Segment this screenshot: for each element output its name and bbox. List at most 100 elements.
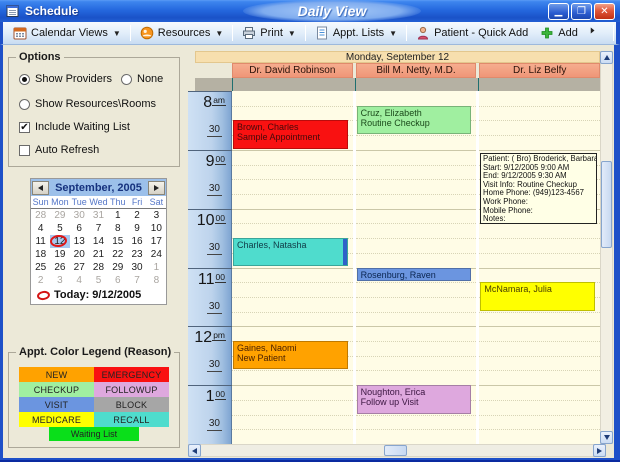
calendar-day[interactable]: 25: [31, 261, 50, 274]
toolbar-resources-button[interactable]: Resources▼: [134, 24, 230, 42]
vertical-scrollbar[interactable]: [600, 51, 613, 444]
calendar-day[interactable]: 21: [89, 248, 108, 261]
calendar-day[interactable]: 12: [50, 235, 69, 248]
appointment-charles[interactable]: Charles, Natasha: [233, 238, 348, 266]
calendar-day[interactable]: 20: [70, 248, 89, 261]
calendar-day[interactable]: 26: [50, 261, 69, 274]
calendar-day[interactable]: 2: [127, 209, 146, 222]
radio-label: Show Providers: [35, 73, 112, 85]
calendar-day[interactable]: 13: [70, 235, 89, 248]
horizontal-scroll-thumb[interactable]: [384, 445, 407, 456]
hour-suffix: 00: [215, 154, 226, 165]
chevron-right-icon: [590, 26, 604, 40]
grid-row-line: [232, 312, 353, 313]
radio-show-providers[interactable]: Show Providers: [19, 73, 112, 85]
grid-row-line: [356, 415, 477, 416]
patient-icon: [416, 26, 430, 40]
appointment-mcnamara[interactable]: McNamara, Julia: [480, 282, 595, 310]
horizontal-scrollbar[interactable]: [188, 444, 606, 457]
grid-row-line: [356, 165, 477, 166]
calendar-day[interactable]: 8: [147, 274, 166, 287]
calendar-day[interactable]: 24: [147, 248, 166, 261]
toolbar-item-label: Patient - Quick Add: [434, 27, 528, 39]
calendar-day[interactable]: 29: [50, 209, 69, 222]
calendar-day[interactable]: 11: [31, 235, 50, 248]
calendar-day[interactable]: 16: [127, 235, 146, 248]
calendar-day[interactable]: 28: [89, 261, 108, 274]
checkbox-auto-refresh[interactable]: Auto Refresh: [19, 144, 99, 156]
next-month-button[interactable]: [148, 181, 165, 195]
calendar-day[interactable]: 5: [89, 274, 108, 287]
close-button[interactable]: ✕: [594, 3, 615, 20]
toolbar-more-button[interactable]: [584, 24, 610, 42]
calendar-day[interactable]: 29: [108, 261, 127, 274]
scroll-left-button[interactable]: [188, 444, 201, 457]
calendar-day[interactable]: 14: [89, 235, 108, 248]
window-border-bottom: [0, 458, 620, 462]
calendar-day[interactable]: 27: [70, 261, 89, 274]
toolbar-patient-quick-add-button[interactable]: Patient - Quick Add: [410, 24, 534, 42]
provider-header-1[interactable]: Bill M. Netty, M.D.: [356, 63, 477, 78]
hour-number: 8: [203, 94, 212, 111]
radio-none[interactable]: None: [121, 73, 163, 85]
calendar-day[interactable]: 8: [108, 222, 127, 235]
calendar-day[interactable]: 17: [147, 235, 166, 248]
calendar-day[interactable]: 1: [147, 261, 166, 274]
toolbar-appt-lists-button[interactable]: Appt. Lists▼: [309, 24, 403, 42]
provider-column-1[interactable]: Cruz, ElizabethRoutine Checkup Rosenburg,…: [356, 91, 477, 444]
calendar-day[interactable]: 3: [147, 209, 166, 222]
maximize-button[interactable]: ❐: [571, 3, 592, 20]
grid-row-line: [479, 135, 600, 136]
toolbar-print-button[interactable]: Print▼: [236, 24, 302, 42]
calendar-day[interactable]: 23: [127, 248, 146, 261]
appointment-rosenburg[interactable]: Rosenburg, Raven: [357, 268, 472, 282]
calendar-day[interactable]: 7: [89, 222, 108, 235]
radio-show-resources-rooms[interactable]: Show Resources\Rooms: [19, 98, 156, 110]
minimize-button[interactable]: ▁: [548, 3, 569, 20]
calendar-day[interactable]: 15: [108, 235, 127, 248]
appointment-reason-text: Sample Appointment: [237, 132, 344, 142]
calendar-day[interactable]: 2: [31, 274, 50, 287]
checkbox-include-waiting-list[interactable]: ✔Include Waiting List: [19, 121, 130, 133]
grid-row-line: [479, 326, 600, 327]
appointment-gaines[interactable]: Gaines, NaomiNew Patient: [233, 341, 348, 369]
grid-row-line: [479, 385, 600, 386]
calendar-day[interactable]: 6: [108, 274, 127, 287]
calendar-day[interactable]: 30: [127, 261, 146, 274]
scroll-right-button[interactable]: [593, 444, 606, 457]
calendar-day[interactable]: 6: [70, 222, 89, 235]
calendar-day[interactable]: 31: [89, 209, 108, 222]
calendar-day[interactable]: 28: [31, 209, 50, 222]
prev-month-button[interactable]: [32, 181, 49, 195]
calendar-day[interactable]: 4: [31, 222, 50, 235]
calendar-day[interactable]: 7: [127, 274, 146, 287]
calendar-day[interactable]: 18: [31, 248, 50, 261]
toolbar-add-button[interactable]: Add: [534, 24, 584, 42]
legend-swatch-new: NEW: [19, 367, 94, 382]
appointment-noughton[interactable]: Noughton, EricaFollow up Visit: [357, 385, 472, 413]
title-bar[interactable]: Schedule Daily View ▁ ❐ ✕: [0, 0, 620, 22]
appointment-brown[interactable]: Brown, CharlesSample Appointment: [233, 120, 348, 148]
scroll-down-button[interactable]: [600, 431, 613, 444]
calendar-day[interactable]: 30: [70, 209, 89, 222]
provider-header-2[interactable]: Dr. Liz Belfy: [479, 63, 600, 78]
calendar-day[interactable]: 22: [108, 248, 127, 261]
appointment-cruz[interactable]: Cruz, ElizabethRoutine Checkup: [357, 106, 472, 134]
calendar-day[interactable]: 4: [70, 274, 89, 287]
provider-column-2[interactable]: McNamara, Julia: [479, 91, 600, 444]
calendar-day[interactable]: 1: [108, 209, 127, 222]
calendar-day[interactable]: 3: [50, 274, 69, 287]
calendar-day[interactable]: 10: [147, 222, 166, 235]
provider-header-0[interactable]: Dr. David Robinson: [232, 63, 353, 78]
legend-label: BLOCK: [116, 400, 148, 410]
toolbar-calendar-views-button[interactable]: Calendar Views▼: [7, 24, 127, 42]
scroll-up-button[interactable]: [600, 51, 613, 64]
vertical-scroll-thumb[interactable]: [601, 161, 612, 248]
calendar-day[interactable]: 5: [50, 222, 69, 235]
provider-column-0[interactable]: Brown, CharlesSample Appointment Charles,…: [232, 91, 353, 444]
calendar-day[interactable]: 19: [50, 248, 69, 261]
band-tick: [232, 78, 233, 91]
today-row[interactable]: Today: 9/12/2005: [31, 287, 166, 304]
calendar-day[interactable]: 9: [127, 222, 146, 235]
legend-swatch-recall: RECALL: [94, 412, 169, 427]
